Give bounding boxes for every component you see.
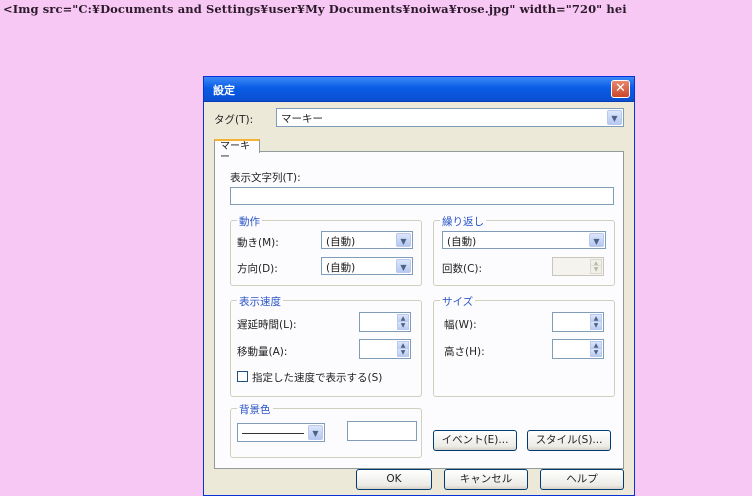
move-select-value: (自動): [326, 236, 356, 248]
background-color-group: 背景色 ▼: [230, 402, 422, 458]
motion-group: 動作 動き(M): (自動) ▼ 方向(D): (自動) ▼: [230, 214, 422, 286]
speed-group: 表示速度 遅延時間(L): ▲ ▼ 移動量(A): ▲ ▼ 指定した速度で表示す…: [230, 294, 422, 397]
tab-panel-marquee: 表示文字列(T): 動作 動き(M): (自動) ▼ 方向(D): (自動) ▼…: [214, 151, 624, 469]
spin-down-icon[interactable]: ▼: [590, 348, 602, 357]
ok-button[interactable]: OK: [356, 469, 432, 490]
dialog-titlebar[interactable]: 設定 ✕: [204, 77, 634, 102]
chevron-down-icon: ▼: [589, 233, 604, 247]
chevron-down-icon: ▼: [607, 110, 622, 125]
repeat-select[interactable]: (自動) ▼: [442, 231, 606, 249]
size-group-title: サイズ: [440, 294, 476, 309]
tab-marquee[interactable]: マーキー: [214, 139, 260, 163]
source-code-line: <Img src="C:¥Documents and Settings¥user…: [3, 2, 627, 16]
fixed-speed-checkbox[interactable]: [237, 371, 248, 382]
fixed-speed-label: 指定した速度で表示する(S): [252, 372, 383, 384]
chevron-down-icon: ▼: [308, 425, 323, 440]
close-icon: ✕: [615, 81, 626, 96]
display-text-input[interactable]: [230, 187, 614, 205]
style-button[interactable]: スタイル(S)...: [527, 430, 611, 451]
color-line: [242, 433, 304, 434]
display-text-label: 表示文字列(T):: [230, 172, 301, 184]
delay-label: 遅延時間(L):: [237, 319, 297, 331]
chevron-down-icon: ▼: [396, 259, 411, 273]
width-spinner[interactable]: ▲ ▼: [552, 312, 604, 332]
event-button[interactable]: イベント(E)...: [433, 430, 517, 451]
spin-down-icon[interactable]: ▼: [590, 321, 602, 330]
move-select[interactable]: (自動) ▼: [321, 231, 413, 249]
background-color-picker[interactable]: ▼: [237, 423, 325, 442]
repeat-group: 繰り返し (自動) ▼ 回数(C): ▲ ▼: [433, 214, 615, 286]
tag-label: タグ(T):: [214, 114, 254, 126]
spin-down-icon[interactable]: ▼: [397, 321, 409, 330]
size-group: サイズ 幅(W): ▲ ▼ 高さ(H): ▲ ▼: [433, 294, 615, 397]
count-label: 回数(C):: [442, 263, 483, 275]
motion-group-title: 動作: [237, 214, 262, 229]
tag-select[interactable]: マーキー ▼: [276, 108, 624, 127]
close-button[interactable]: ✕: [611, 80, 630, 98]
spin-down-icon[interactable]: ▼: [397, 348, 409, 357]
direction-label: 方向(D):: [237, 263, 278, 275]
delay-spinner[interactable]: ▲ ▼: [359, 312, 411, 332]
repeat-select-value: (自動): [447, 236, 477, 248]
chevron-down-icon: ▼: [396, 233, 411, 247]
height-label: 高さ(H):: [444, 346, 485, 358]
direction-select-value: (自動): [326, 262, 356, 274]
background-color-group-title: 背景色: [237, 402, 273, 417]
amount-spinner[interactable]: ▲ ▼: [359, 339, 411, 359]
move-label: 動き(M):: [237, 237, 279, 249]
dialog-title: 設定: [213, 84, 235, 97]
help-button[interactable]: ヘルプ: [540, 469, 624, 490]
width-label: 幅(W):: [444, 319, 477, 331]
background-color-input[interactable]: [347, 421, 417, 441]
cancel-button[interactable]: キャンセル: [444, 469, 528, 490]
direction-select[interactable]: (自動) ▼: [321, 257, 413, 275]
count-spinner: ▲ ▼: [552, 257, 604, 276]
height-spinner[interactable]: ▲ ▼: [552, 339, 604, 359]
tag-select-value: マーキー: [281, 113, 323, 125]
amount-label: 移動量(A):: [237, 346, 288, 358]
speed-group-title: 表示速度: [237, 294, 283, 309]
spin-down-icon: ▼: [590, 265, 602, 274]
repeat-group-title: 繰り返し: [440, 214, 486, 229]
settings-dialog: 設定 ✕ タグ(T): マーキー ▼ 表示文字列(T): 動作 動き(M): (…: [203, 76, 635, 496]
